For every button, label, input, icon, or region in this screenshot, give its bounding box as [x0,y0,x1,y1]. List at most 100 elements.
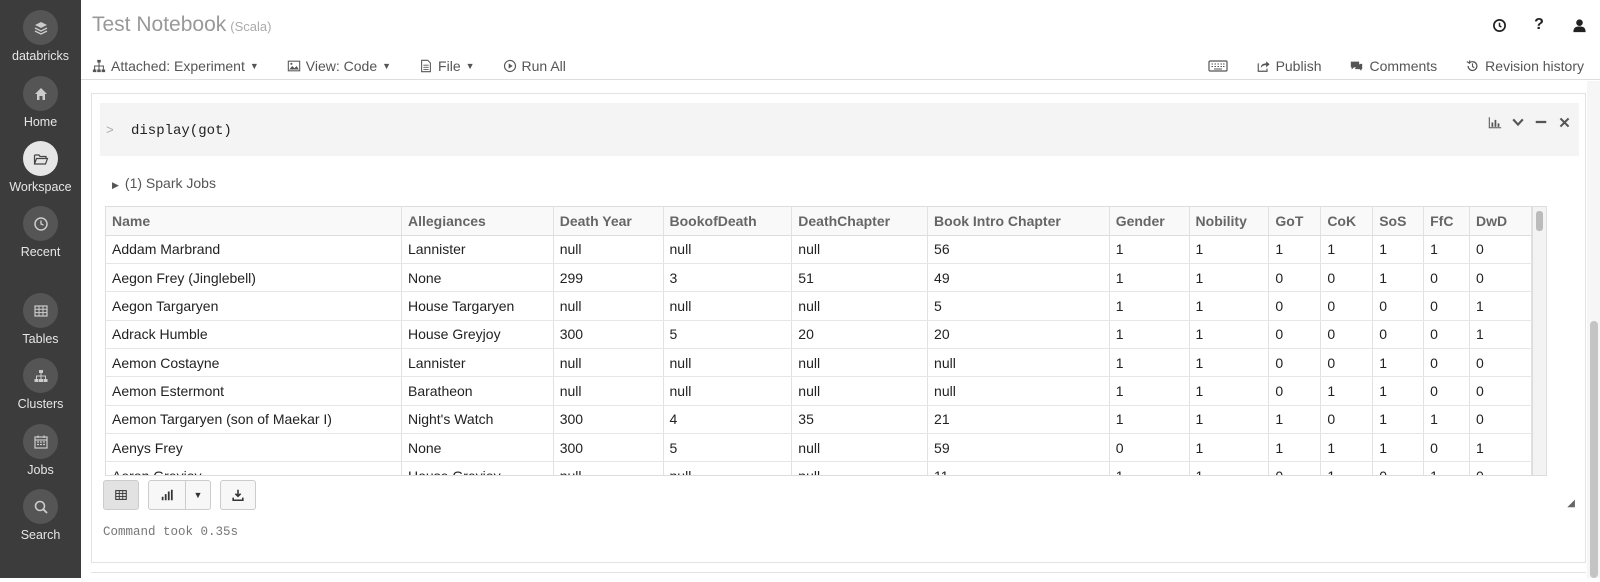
table-cell: 1 [1372,263,1425,293]
close-icon[interactable] [1557,115,1571,129]
sidebar-item-recent[interactable]: Recent [0,206,81,259]
table-view-button[interactable] [103,480,139,510]
spark-jobs-toggle[interactable]: ▶ (1) Spark Jobs [112,175,216,191]
cluster-icon [23,358,58,393]
table-cell: 1 [1109,376,1190,406]
table-cell: 51 [791,263,929,293]
history-clock-icon[interactable] [1490,14,1508,36]
revision-history-button[interactable]: Revision history [1465,58,1584,74]
table-cell: 0 [1268,291,1322,321]
cell-code[interactable]: display(got) [131,123,232,139]
column-header[interactable]: FfC [1423,207,1471,236]
table-cell: 0 [1320,320,1374,349]
comments-button[interactable]: Comments [1349,58,1437,74]
sidebar-item-clusters[interactable]: Clusters [0,358,81,411]
table-cell: 0 [1423,291,1471,321]
column-header[interactable]: Gender [1109,207,1190,236]
table-cell: null [663,461,793,475]
scrollbar-thumb[interactable] [1536,211,1543,231]
table-cell: 1 [1109,235,1190,265]
page-scrollbar[interactable] [1587,81,1600,578]
table-cell: 300 [553,320,664,349]
table-cell: 0 [1423,348,1471,378]
sidebar: databricks Home Workspace Recent Tables … [0,0,81,578]
table-cell: 1 [1320,235,1374,265]
keyboard-shortcuts-button[interactable] [1207,59,1228,73]
table-cell: null [553,291,664,321]
table-row: Aemon Estermont Baratheon null null null null… [106,376,1532,406]
notebook-language: (Scala) [230,19,272,34]
table-cell: null [553,376,664,406]
table-cell: 5 [663,320,793,349]
chevron-down-icon[interactable] [1511,115,1525,129]
table-cell: 300 [553,405,664,434]
column-header[interactable]: Nobility [1189,207,1270,236]
table-cell: Baratheon [401,376,554,406]
file-menu[interactable]: File ▼ [419,58,475,74]
table-row: Adrack Humble House Greyjoy 300 5 20 20 1 1 0 0 0 0… [106,320,1532,349]
download-button[interactable] [220,480,256,510]
keyboard-icon [1207,60,1228,72]
sidebar-item-label: Tables [22,332,59,346]
search-icon [23,489,58,524]
notebook-title[interactable]: Test Notebook [92,13,226,36]
caret-down-icon: ▼ [382,61,392,71]
sidebar-item-label: Recent [20,245,61,259]
table-cell: 11 [927,461,1110,475]
table-cell: 0 [1268,263,1322,293]
bar-chart-icon [161,489,173,501]
sidebar-item-home[interactable]: Home [0,76,81,129]
table-cell: 0 [1423,263,1471,293]
column-header[interactable]: Allegiances [401,207,554,236]
view-dropdown[interactable]: View: Code ▼ [287,58,391,74]
table-cell: 1 [1189,405,1270,434]
table-cell: 0 [1469,405,1532,434]
sidebar-item-databricks[interactable]: databricks [0,10,81,63]
result-view-buttons: ▼ [103,480,256,510]
sidebar-item-workspace[interactable]: Workspace [0,141,81,194]
table-cell: House Greyjoy [401,320,554,349]
results-table-container[interactable]: Name Allegiances Death Year BookofDeath Deat… [105,206,1533,476]
run-all-button[interactable]: Run All [503,58,566,74]
table-cell: 49 [927,263,1110,293]
chart-type-dropdown[interactable]: ▼ [186,480,211,510]
table-cell: 0 [1423,320,1471,349]
sidebar-item-search[interactable]: Search [0,489,81,542]
column-header[interactable]: DeathChapter [791,207,929,236]
table-row: Aeron Greyjoy House Greyjoy null null null 11… [106,461,1532,475]
column-header[interactable]: GoT [1268,207,1322,236]
column-header[interactable]: BookofDeath [663,207,793,236]
column-header[interactable]: Book Intro Chapter [927,207,1110,236]
minimize-icon[interactable] [1534,115,1548,129]
table-scrollbar[interactable] [1533,206,1547,476]
user-icon[interactable] [1570,14,1588,36]
table-cell: 1 [1109,405,1190,434]
help-icon[interactable]: ? [1530,14,1548,36]
resize-handle-icon[interactable]: ◢ [1567,498,1575,509]
sidebar-item-tables[interactable]: Tables [0,293,81,346]
table-cell: Aemon Estermont [106,376,402,406]
table-cell: 1 [1372,235,1425,265]
cell-prompt: > [106,123,114,138]
image-icon [287,60,300,72]
column-header[interactable]: SoS [1372,207,1425,236]
table-icon [115,490,127,500]
table-cell: 0 [1423,376,1471,406]
publish-button[interactable]: Publish [1256,58,1321,74]
table-cell: null [791,291,929,321]
bar-chart-icon[interactable] [1488,115,1502,129]
attached-cluster-dropdown[interactable]: Attached: Experiment ▼ [92,58,259,74]
column-header[interactable]: Death Year [553,207,664,236]
page-scrollbar-thumb[interactable] [1590,321,1598,578]
table-cell: 1 [1189,433,1270,463]
chart-view-button[interactable] [148,480,186,510]
code-editor[interactable]: > display(got) [100,103,1579,156]
sidebar-item-jobs[interactable]: Jobs [0,424,81,477]
table-cell: 0 [1109,433,1190,463]
column-header[interactable]: DwD [1469,207,1532,236]
column-header[interactable]: CoK [1320,207,1374,236]
sidebar-item-label: Workspace [9,180,72,194]
column-header[interactable]: Name [106,207,402,236]
sidebar-item-label: Home [23,115,58,129]
sidebar-item-label: Jobs [27,463,54,477]
